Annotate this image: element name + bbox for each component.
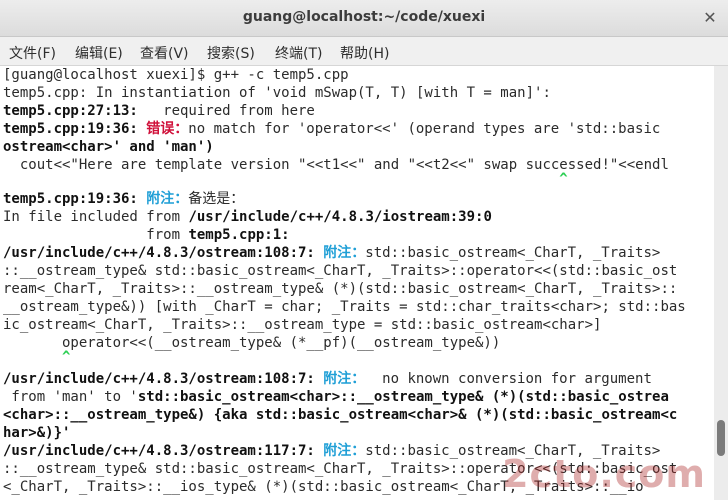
menu-view[interactable]: 查看(V): [140, 43, 189, 63]
output-line: ic_ostream<_CharT, _Traits>::__ostream_t…: [3, 317, 602, 333]
error-line: temp5.cpp:19:36: 错误：no match for 'operat…: [3, 121, 661, 137]
note-line: temp5.cpp:19:36: 附注：备选是：: [3, 191, 245, 207]
output-line: har>&)}': [3, 425, 71, 441]
output-line: operator<<(__ostream_type& (*__pf)(__ost…: [3, 335, 501, 351]
title-bar: guang@localhost:~/code/xuexi ✕: [0, 0, 728, 37]
note-label: 附注：: [323, 371, 366, 387]
window-title: guang@localhost:~/code/xuexi: [242, 9, 486, 25]
output-line: __ostream_type&)) [with _CharT = char; _…: [3, 299, 686, 315]
error-label: 错误：: [146, 121, 189, 137]
note-label: 附注：: [323, 443, 366, 459]
menu-search[interactable]: 搜索(S): [207, 43, 255, 63]
output-line: <char>::__ostream_type&) {aka std::basic…: [3, 407, 678, 423]
note-line: /usr/include/c++/4.8.3/ostream:108:7: 附注…: [3, 245, 661, 261]
prompt-line: [guang@localhost xuexi]$ g++ -c temp5.cp…: [3, 67, 349, 83]
note-line: /usr/include/c++/4.8.3/ostream:108:7: 附注…: [3, 371, 652, 387]
note-label: 附注：: [323, 245, 366, 261]
menu-help[interactable]: 帮助(H): [340, 43, 389, 63]
menu-edit[interactable]: 编辑(E): [75, 43, 123, 63]
menu-terminal[interactable]: 终端(T): [275, 43, 322, 63]
output-line: from temp5.cpp:1:: [3, 227, 290, 243]
output-line: ostream<char>' and 'man'): [3, 139, 214, 155]
menu-file[interactable]: 文件(F): [9, 43, 56, 63]
output-line: from 'man' to 'std::basic_ostream<char>:…: [3, 389, 669, 405]
output-line: temp5.cpp:27:13: required from here: [3, 103, 315, 119]
watermark: 2cto.com: [502, 452, 706, 496]
output-line: temp5.cpp: In instantiation of 'void mSw…: [3, 85, 551, 101]
caret-marker: ^: [3, 349, 71, 365]
scrollbar-thumb[interactable]: [717, 420, 725, 456]
output-line: ::__ostream_type& std::basic_ostream<_Ch…: [3, 263, 678, 279]
caret-marker: ^: [3, 171, 568, 187]
close-icon[interactable]: ✕: [700, 8, 720, 28]
scrollbar[interactable]: [714, 66, 728, 500]
terminal-output[interactable]: [guang@localhost xuexi]$ g++ -c temp5.cp…: [0, 66, 714, 500]
menu-bar: 文件(F) 编辑(E) 查看(V) 搜索(S) 终端(T) 帮助(H): [0, 37, 728, 66]
note-label: 附注：: [146, 191, 189, 207]
output-line: ream<_CharT, _Traits>::__ostream_type& (…: [3, 281, 678, 297]
output-line: In file included from /usr/include/c++/4…: [3, 209, 492, 225]
